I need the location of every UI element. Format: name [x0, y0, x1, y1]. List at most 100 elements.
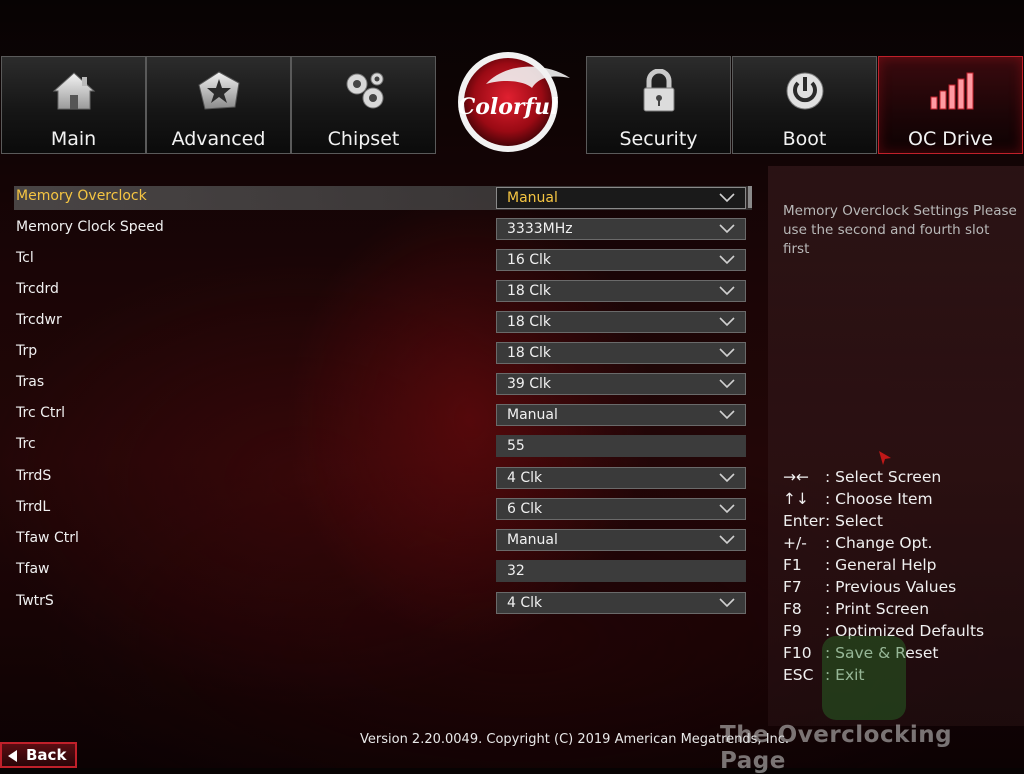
top-navigation: Main Advanced Chipset Colorful Security … [0, 0, 1024, 160]
setting-memory-clock-speed[interactable]: Memory Clock Speed 3333MHz [14, 217, 754, 241]
key-desc: : Choose Item [825, 490, 933, 508]
chevron-down-icon [719, 317, 735, 327]
setting-label: Trc [16, 436, 36, 452]
key-name: F10 [783, 644, 812, 662]
watermark-badge-icon [822, 636, 906, 720]
setting-value: 55 [507, 438, 525, 454]
mouse-cursor-icon [879, 451, 891, 465]
setting-trp[interactable]: Trp 18 Clk [14, 341, 754, 365]
setting-tfaw-ctrl[interactable]: Tfaw Ctrl Manual [14, 528, 754, 552]
setting-input[interactable]: 55 [496, 435, 746, 457]
setting-value: 18 Clk [507, 345, 552, 361]
setting-dropdown[interactable]: Manual [496, 404, 746, 426]
help-description: Memory Overclock Settings Please use the… [783, 203, 1017, 257]
key-desc: : General Help [825, 556, 937, 574]
key-desc: : Select Screen [825, 468, 942, 486]
tab-oc-drive[interactable]: OC Drive [878, 56, 1023, 154]
setting-dropdown[interactable]: 6 Clk [496, 498, 746, 520]
setting-trc-ctrl[interactable]: Trc Ctrl Manual [14, 403, 754, 427]
setting-dropdown[interactable]: Manual [496, 529, 746, 551]
logo-text: Colorful [458, 94, 559, 120]
setting-dropdown[interactable]: 4 Clk [496, 467, 746, 489]
lock-icon [643, 69, 674, 112]
setting-label: Tras [16, 374, 45, 390]
key-name: F1 [783, 556, 802, 574]
setting-label: TrrdS [16, 468, 52, 484]
tab-advanced[interactable]: Advanced [146, 56, 291, 154]
setting-tras[interactable]: Tras 39 Clk [14, 372, 754, 396]
setting-label: Trcdwr [16, 312, 62, 328]
key-name: F9 [783, 622, 802, 640]
back-label: Back [26, 746, 67, 764]
chevron-down-icon [719, 348, 735, 358]
chevron-down-icon [719, 598, 735, 608]
setting-value: Manual [507, 407, 558, 423]
tab-label: OC Drive [908, 128, 993, 150]
tab-chipset[interactable]: Chipset [291, 56, 436, 154]
tab-security[interactable]: Security [586, 56, 731, 154]
setting-label: Tfaw Ctrl [16, 530, 79, 546]
tab-label: Advanced [171, 128, 266, 150]
setting-trrds[interactable]: TrrdS 4 Clk [14, 466, 754, 490]
setting-label: TwtrS [16, 593, 54, 609]
chevron-down-icon [719, 379, 735, 389]
setting-trc[interactable]: Trc 55 [14, 434, 754, 458]
setting-trcdrd[interactable]: Trcdrd 18 Clk [14, 279, 754, 303]
chevron-down-icon [719, 535, 735, 545]
setting-label: Tcl [16, 250, 34, 266]
setting-tfaw[interactable]: Tfaw 32 [14, 559, 754, 583]
setting-dropdown[interactable]: Manual [496, 187, 746, 209]
setting-label: Memory Clock Speed [16, 219, 164, 235]
chevron-down-icon [719, 410, 735, 420]
setting-value: Manual [507, 190, 558, 206]
setting-trcdwr[interactable]: Trcdwr 18 Clk [14, 310, 754, 334]
chevron-down-icon [719, 224, 735, 234]
tab-label: Chipset [327, 128, 400, 150]
back-button[interactable]: Back [0, 742, 77, 768]
key-name: →← [783, 468, 809, 486]
colorful-logo: Colorful [458, 52, 570, 152]
setting-trrdl[interactable]: TrrdL 6 Clk [14, 497, 754, 521]
tab-boot[interactable]: Boot [732, 56, 877, 154]
back-arrow-icon [8, 750, 17, 762]
tab-label: Boot [782, 128, 827, 150]
setting-label: TrrdL [16, 499, 51, 515]
setting-dropdown[interactable]: 3333MHz [496, 218, 746, 240]
tab-label: Security [619, 128, 698, 150]
setting-value: 4 Clk [507, 470, 543, 486]
key-desc: : Change Opt. [825, 534, 933, 552]
scrollbar[interactable] [748, 186, 752, 208]
setting-dropdown[interactable]: 18 Clk [496, 280, 746, 302]
gears-icon [346, 72, 383, 109]
tab-main[interactable]: Main [1, 56, 146, 154]
setting-dropdown[interactable]: 4 Clk [496, 592, 746, 614]
setting-tcl[interactable]: Tcl 16 Clk [14, 248, 754, 272]
star-icon [197, 71, 240, 110]
setting-dropdown[interactable]: 16 Clk [496, 249, 746, 271]
watermark-text: The Overclocking Page [720, 722, 953, 774]
key-name: F7 [783, 578, 802, 596]
home-icon [52, 72, 95, 110]
setting-label: Trp [16, 343, 38, 359]
setting-value: 4 Clk [507, 595, 543, 611]
key-desc: : Previous Values [825, 578, 957, 596]
chevron-down-icon [719, 473, 735, 483]
setting-value: 18 Clk [507, 283, 552, 299]
chevron-down-icon [719, 286, 735, 296]
setting-value: 16 Clk [507, 252, 552, 268]
key-name: Enter [783, 512, 825, 530]
setting-value: 18 Clk [507, 314, 552, 330]
setting-dropdown[interactable]: 39 Clk [496, 373, 746, 395]
setting-dropdown[interactable]: 18 Clk [496, 342, 746, 364]
setting-twtrs[interactable]: TwtrS 4 Clk [14, 591, 754, 615]
setting-value: 32 [507, 563, 525, 579]
key-desc: : Print Screen [825, 600, 930, 618]
setting-dropdown[interactable]: 18 Clk [496, 311, 746, 333]
key-name: ESC [783, 666, 814, 684]
chevron-down-icon [719, 193, 735, 203]
setting-input[interactable]: 32 [496, 560, 746, 582]
power-icon [786, 72, 823, 110]
setting-value: Manual [507, 532, 558, 548]
tab-label: Main [50, 128, 97, 150]
setting-memory-overclock[interactable]: Memory Overclock Manual [14, 186, 754, 210]
